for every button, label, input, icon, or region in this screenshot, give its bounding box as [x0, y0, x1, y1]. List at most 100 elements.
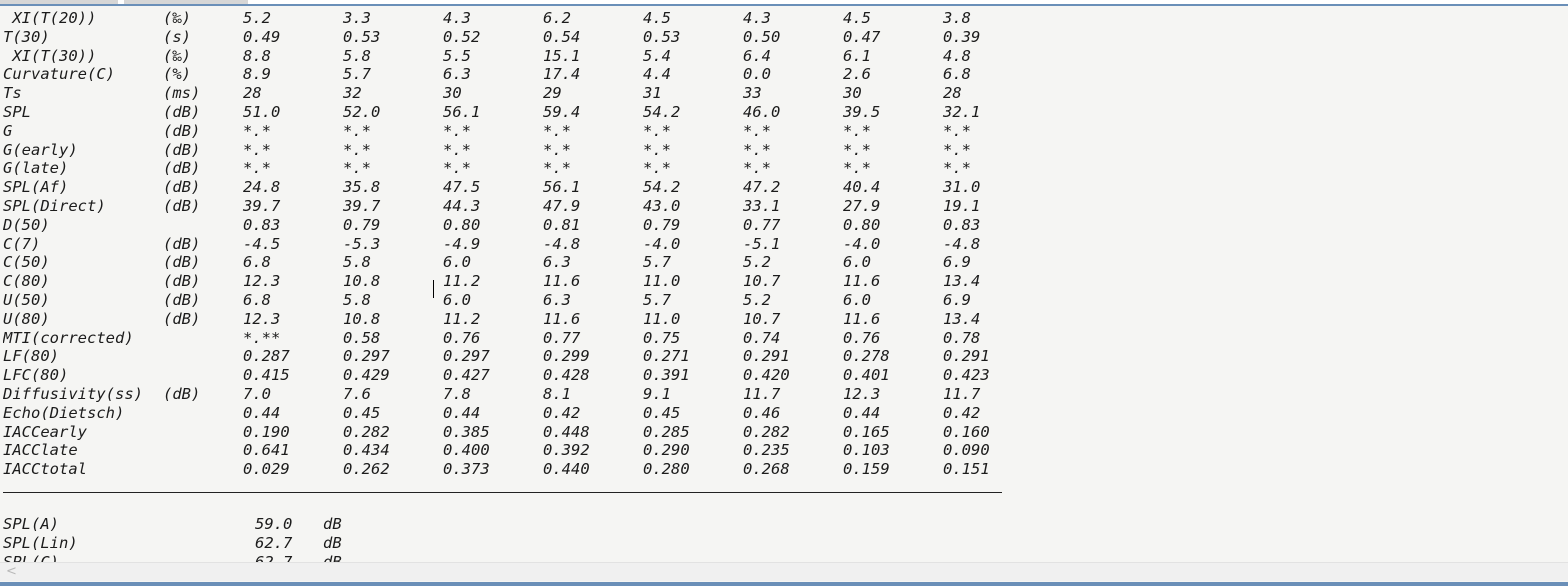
parameter-unit: (dB)	[163, 291, 201, 309]
value-cell: 6.1	[843, 46, 871, 65]
value-cell: 6.0	[843, 291, 871, 309]
value-cell: 0.278	[843, 347, 890, 366]
value-cell: *.*	[743, 140, 771, 159]
value-cell: 10.7	[743, 309, 781, 328]
value-cell: 0.58	[343, 328, 381, 347]
parameter-name: D(50)	[3, 215, 50, 234]
tab-edge-left[interactable]	[0, 0, 118, 4]
value-cell: 0.285	[643, 422, 690, 441]
value-cell: 39.5	[843, 103, 881, 121]
parameter-name: IACCtotal	[3, 460, 87, 479]
parameter-name: Diffusivity(ss)	[3, 385, 143, 403]
value-cell: 5.4	[643, 46, 671, 65]
parameter-unit: (dB)	[163, 197, 201, 215]
value-cell: -5.3	[343, 234, 381, 253]
value-cell: 4.4	[643, 65, 671, 84]
value-cell: 27.9	[843, 197, 881, 215]
value-cell: 56.1	[543, 178, 581, 197]
value-cell: 0.282	[743, 422, 790, 441]
value-cell: 10.8	[343, 272, 381, 291]
parameter-name: MTI(corrected)	[3, 328, 134, 347]
value-cell: 39.7	[243, 197, 281, 215]
table-row: Curvature(C) (%) 8.9 5.7 6.3 17.4 4.4 0.0 2.6 6.8	[3, 65, 1103, 84]
value-cell: 0.291	[743, 347, 790, 366]
value-cell: 47.9	[543, 197, 581, 215]
value-cell: *.*	[343, 121, 371, 140]
window-bottom-edge	[0, 582, 1568, 586]
value-cell: 0.78	[943, 328, 981, 347]
value-cell: 0.79	[643, 215, 681, 234]
value-cell: 0.39	[943, 27, 981, 46]
value-cell: 0.53	[343, 27, 381, 46]
value-cell: 4.5	[643, 9, 671, 27]
value-cell: 47.2	[743, 178, 781, 197]
value-cell: 0.282	[343, 422, 390, 441]
value-cell: 40.4	[843, 178, 881, 197]
value-cell: *.*	[443, 140, 471, 159]
table-row: D(50) 0.83 0.79 0.80 0.81 0.79 0.77 0.80 0.83	[3, 216, 1103, 235]
table-row: U(80) (dB) 12.3 10.8 11.2 11.6 11.0 10.7 11.6 13.…	[3, 310, 1103, 329]
tab-edge-right[interactable]	[124, 0, 248, 4]
value-cell: 0.401	[843, 366, 890, 385]
value-cell: -4.8	[943, 234, 981, 253]
value-cell: *.*	[743, 121, 771, 140]
value-cell: 0.297	[343, 347, 390, 366]
value-cell: 0.75	[643, 328, 681, 347]
value-cell: 0.391	[643, 366, 690, 385]
value-cell: 0.448	[543, 422, 590, 441]
value-cell: 29	[543, 84, 562, 103]
value-cell: -4.0	[843, 234, 881, 253]
value-cell: -4.9	[443, 234, 481, 253]
parameter-name: XI(T(20))	[3, 9, 97, 27]
value-cell: 11.6	[543, 309, 581, 328]
value-cell: 59.4	[543, 103, 581, 121]
parameter-unit: (‰)	[163, 46, 191, 65]
table-row: LFC(80) 0.415 0.429 0.427 0.428 0.391 0.420 0.4…	[3, 366, 1103, 385]
value-cell: 2.6	[843, 65, 871, 84]
value-cell: 10.8	[343, 309, 381, 328]
parameter-name: LFC(80)	[3, 366, 69, 385]
value-cell: 52.0	[343, 103, 381, 121]
value-cell: 56.1	[443, 103, 481, 121]
parameter-name: C(7)	[3, 234, 41, 253]
value-cell: 0.44	[243, 403, 281, 422]
value-cell: *.*	[243, 159, 271, 178]
parameter-unit: (s)	[163, 27, 191, 46]
parameter-unit: (‰)	[163, 9, 191, 27]
value-cell: 0.103	[843, 441, 890, 460]
parameter-name: Ts	[3, 84, 22, 103]
value-cell: 33	[743, 84, 762, 103]
parameter-unit: (dB)	[163, 234, 201, 253]
summary-value: 62.7	[255, 533, 293, 552]
value-cell: 47.5	[443, 178, 481, 197]
table-row: SPL(Af) (dB) 24.8 35.8 47.5 56.1 54.2 47.2 40.4 3…	[3, 178, 1103, 197]
value-cell: 5.8	[343, 46, 371, 65]
value-cell: 5.2	[243, 9, 271, 27]
table-row: SPL (dB) 51.0 52.0 56.1 59.4 54.2 46.0 39.5 32.1	[3, 103, 1103, 122]
value-cell: 6.4	[743, 46, 771, 65]
scroll-left-arrow-icon[interactable]: <	[6, 563, 17, 581]
value-cell: 0.290	[643, 441, 690, 460]
table-row: G(early) (dB) *.* *.* *.* *.* *.* *.* *.* *.*	[3, 141, 1103, 160]
value-cell: *.*	[843, 159, 871, 178]
value-cell: 0.0	[743, 65, 771, 84]
horizontal-scrollbar[interactable]: <	[0, 562, 1568, 581]
parameter-name: G(early)	[3, 140, 78, 159]
value-cell: 7.8	[443, 385, 471, 403]
value-cell: 24.8	[243, 178, 281, 197]
value-cell: 17.4	[543, 65, 581, 84]
value-cell: 0.392	[543, 441, 590, 460]
value-cell: 0.373	[443, 460, 490, 479]
value-cell: 0.165	[843, 422, 890, 441]
table-row: C(50) (dB) 6.8 5.8 6.0 6.3 5.7 5.2 6.0 6.9	[3, 253, 1103, 272]
value-cell: 9.1	[643, 385, 671, 403]
value-cell: 4.3	[443, 9, 471, 27]
value-cell: 8.1	[543, 385, 571, 403]
value-cell: *.*	[343, 159, 371, 178]
table-row: Echo(Dietsch) 0.44 0.45 0.44 0.42 0.45 0.46 0.4…	[3, 404, 1103, 423]
table-row: Diffusivity(ss) (dB) 7.0 7.6 7.8 8.1 9.1 11.7 12…	[3, 385, 1103, 404]
results-report[interactable]: XI(T(20)) (‰) 5.2 3.3 4.3 6.2 4.5 4.3 4.5 3.8 T(30…	[3, 9, 1563, 562]
value-cell: 10.7	[743, 272, 781, 291]
value-cell: 6.3	[443, 65, 471, 84]
value-cell: 4.8	[943, 46, 971, 65]
